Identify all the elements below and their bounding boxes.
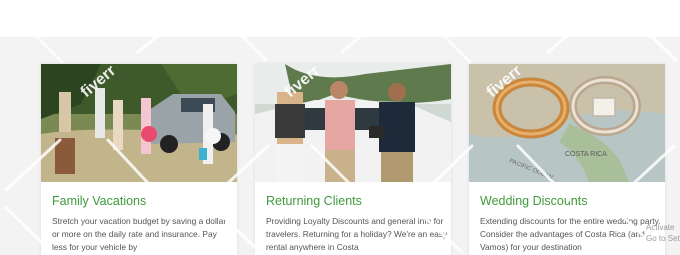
activate-notice: Activate Go to Settin bbox=[646, 223, 680, 243]
card-description: Extending discounts for the entire weddi… bbox=[480, 216, 661, 252]
card-returning-clients[interactable]: Returning Clients Providing Loyalty Disc… bbox=[255, 64, 451, 255]
card-description: Providing Loyalty Discounts and general … bbox=[266, 216, 448, 252]
card-description: Stretch your vacation budget by saving a… bbox=[52, 216, 227, 252]
card-title[interactable]: Returning Clients bbox=[266, 194, 362, 208]
card-wedding-discounts[interactable]: PACIFIC OCEAN COSTA RICA Wedding Discoun… bbox=[469, 64, 665, 255]
returning-clients-photo[interactable] bbox=[255, 64, 451, 182]
map-label-country: COSTA RICA bbox=[565, 151, 607, 158]
card-title[interactable]: Wedding Discounts bbox=[480, 194, 587, 208]
card-title[interactable]: Family Vacations bbox=[52, 194, 146, 208]
wedding-rings-photo[interactable]: PACIFIC OCEAN COSTA RICA bbox=[469, 64, 665, 182]
header-strip bbox=[0, 0, 680, 37]
family-vacation-photo[interactable] bbox=[41, 64, 237, 182]
card-family-vacations[interactable]: Family Vacations Stretch your vacation b… bbox=[41, 64, 237, 255]
